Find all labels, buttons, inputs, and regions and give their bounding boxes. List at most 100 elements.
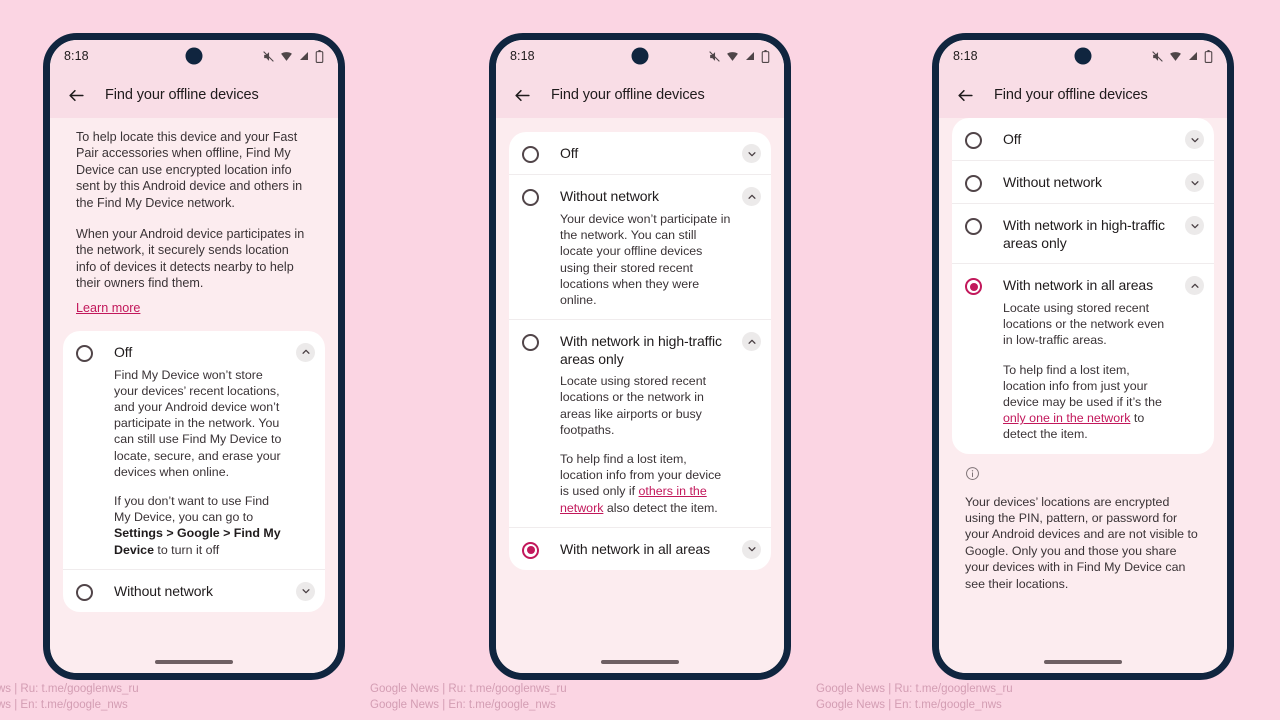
radio-all-areas[interactable] bbox=[965, 278, 982, 295]
only-one-in-the-network-link[interactable]: only one in the network bbox=[1003, 411, 1130, 425]
off-body2-post: to turn it off bbox=[153, 542, 220, 557]
radio-without-network[interactable] bbox=[965, 175, 982, 192]
back-button[interactable] bbox=[64, 83, 88, 107]
home-gesture-pill[interactable] bbox=[601, 660, 679, 664]
learn-more-link[interactable]: Learn more bbox=[76, 301, 140, 315]
scroll-content-2[interactable]: Off Without network Your device won’t pa… bbox=[496, 118, 784, 651]
back-arrow-icon bbox=[68, 89, 84, 101]
option-off-body: Find My Device won’t store your devices’… bbox=[114, 367, 285, 558]
radio-off[interactable] bbox=[522, 146, 539, 163]
radio-without-network[interactable] bbox=[76, 583, 93, 601]
chevron-down-icon[interactable] bbox=[1185, 216, 1204, 235]
chevron-down-icon[interactable] bbox=[742, 144, 761, 163]
option-all-areas-title: With network in all areas bbox=[560, 540, 711, 557]
phone-mockup-1: 8:18 Find your offline devices To help l… bbox=[43, 33, 345, 680]
option-high-traffic[interactable]: With network in high-traffic areas only bbox=[952, 204, 1214, 264]
option-off[interactable]: Off bbox=[509, 132, 771, 175]
option-all-areas[interactable]: With network in all areas Locate using s… bbox=[952, 264, 1214, 454]
mute-icon bbox=[709, 50, 720, 62]
watermark-2: Google News | Ru: t.me/googlenws_ru Goog… bbox=[370, 681, 567, 713]
mute-icon bbox=[1152, 50, 1163, 62]
option-without-network[interactable]: Without network Your device won’t partic… bbox=[509, 175, 771, 321]
status-bar: 8:18 bbox=[939, 40, 1227, 72]
status-bar-icons bbox=[262, 49, 324, 63]
chevron-down-icon[interactable] bbox=[742, 539, 761, 559]
options-card: Off Without network With network in high… bbox=[952, 118, 1214, 454]
signal-icon bbox=[300, 52, 308, 60]
intro-paragraph-2: When your Android device participates in… bbox=[76, 227, 305, 291]
chevron-up-icon[interactable] bbox=[296, 342, 315, 362]
options-card: Off Without network Your device won’t pa… bbox=[509, 132, 771, 570]
signal-icon bbox=[746, 52, 754, 60]
watermark-1: Google News | Ru: t.me/googlenws_ru Goog… bbox=[0, 681, 139, 713]
high-traffic-body-2: To help find a lost item, location info … bbox=[560, 451, 731, 516]
option-off-body-2: If you don’t want to use Find My Device,… bbox=[114, 493, 285, 558]
radio-without-network[interactable] bbox=[522, 189, 539, 206]
info-icon bbox=[965, 466, 1211, 486]
scroll-content-1[interactable]: To help locate this device and your Fast… bbox=[50, 118, 338, 651]
without-network-body-1: Your device won’t participate in the net… bbox=[560, 212, 731, 308]
wifi-icon bbox=[727, 51, 738, 61]
watermark-line-1: Google News | Ru: t.me/googlenws_ru bbox=[370, 683, 567, 695]
ht-body2-post: also detect the item. bbox=[603, 500, 718, 515]
option-without-network[interactable]: Without network bbox=[63, 570, 325, 612]
chevron-down-icon[interactable] bbox=[296, 581, 315, 601]
chevron-up-icon[interactable] bbox=[742, 187, 761, 206]
back-button[interactable] bbox=[953, 83, 977, 107]
option-off[interactable]: Off Find My Device won’t store your devi… bbox=[63, 331, 325, 570]
radio-high-traffic[interactable] bbox=[522, 334, 539, 352]
high-traffic-body-1: Locate using stored recent locations or … bbox=[560, 374, 707, 437]
battery-icon bbox=[1204, 49, 1213, 63]
watermark-line-1: Google News | Ru: t.me/googlenws_ru bbox=[0, 683, 139, 695]
option-all-areas[interactable]: With network in all areas bbox=[509, 528, 771, 570]
home-gesture-pill[interactable] bbox=[155, 660, 233, 664]
aa-body2-pre: To help find a lost item, location info … bbox=[1003, 362, 1162, 410]
chevron-down-icon[interactable] bbox=[1185, 130, 1204, 149]
radio-off[interactable] bbox=[76, 344, 93, 362]
battery-icon bbox=[315, 49, 324, 63]
page-title: Find your offline devices bbox=[994, 87, 1148, 103]
status-bar-clock: 8:18 bbox=[510, 49, 535, 63]
screen-3: 8:18 Find your offline devices Off Witho… bbox=[939, 40, 1227, 673]
scroll-content-3[interactable]: Off Without network With network in high… bbox=[939, 118, 1227, 651]
wifi-icon bbox=[1170, 51, 1181, 61]
option-without-network-title: Without network bbox=[114, 582, 213, 599]
option-high-traffic[interactable]: With network in high-traffic areas only … bbox=[509, 320, 771, 528]
radio-off[interactable] bbox=[965, 132, 982, 149]
camera-punch-hole bbox=[631, 47, 649, 65]
home-gesture-pill[interactable] bbox=[1044, 660, 1122, 664]
watermark-line-2: Google News | En: t.me/google_nws bbox=[0, 699, 128, 711]
status-bar-icons bbox=[1151, 49, 1213, 63]
option-off-body-1: Find My Device won’t store your devices’… bbox=[114, 367, 282, 479]
back-button[interactable] bbox=[510, 83, 534, 107]
radio-high-traffic[interactable] bbox=[965, 218, 982, 235]
option-off[interactable]: Off bbox=[952, 118, 1214, 161]
footnote-section: Your devices’ locations are encrypted us… bbox=[955, 466, 1211, 592]
radio-all-areas[interactable] bbox=[522, 541, 539, 559]
option-off-title: Off bbox=[1003, 131, 1022, 147]
battery-icon bbox=[761, 49, 770, 63]
watermark-line-1: Google News | Ru: t.me/googlenws_ru bbox=[816, 683, 1013, 695]
option-without-network-title: Without network bbox=[560, 188, 659, 204]
back-arrow-icon bbox=[514, 89, 530, 101]
phone-mockup-2: 8:18 Find your offline devices Off Witho… bbox=[489, 33, 791, 680]
option-without-network[interactable]: Without network bbox=[952, 161, 1214, 204]
status-bar: 8:18 bbox=[496, 40, 784, 72]
chevron-up-icon[interactable] bbox=[1185, 276, 1204, 295]
app-bar: Find your offline devices bbox=[939, 72, 1227, 118]
nav-bar-2 bbox=[496, 651, 784, 673]
screen-2: 8:18 Find your offline devices Off Witho… bbox=[496, 40, 784, 673]
app-bar: Find your offline devices bbox=[496, 72, 784, 118]
intro-paragraph-1: To help locate this device and your Fast… bbox=[76, 130, 303, 210]
chevron-down-icon[interactable] bbox=[1185, 173, 1204, 192]
status-bar-clock: 8:18 bbox=[64, 49, 89, 63]
all-areas-body-2: To help find a lost item, location info … bbox=[1003, 362, 1174, 443]
option-all-areas-body: Locate using stored recent locations or … bbox=[1003, 300, 1174, 443]
signal-icon bbox=[1189, 52, 1197, 60]
all-areas-body-1: Locate using stored recent locations or … bbox=[1003, 301, 1165, 348]
chevron-up-icon[interactable] bbox=[742, 332, 761, 352]
option-high-traffic-title: With network in high-traffic areas only bbox=[560, 333, 722, 368]
option-off-title: Off bbox=[114, 343, 133, 360]
watermark-3: Google News | Ru: t.me/googlenws_ru Goog… bbox=[816, 681, 1013, 713]
screen-1: 8:18 Find your offline devices To help l… bbox=[50, 40, 338, 673]
